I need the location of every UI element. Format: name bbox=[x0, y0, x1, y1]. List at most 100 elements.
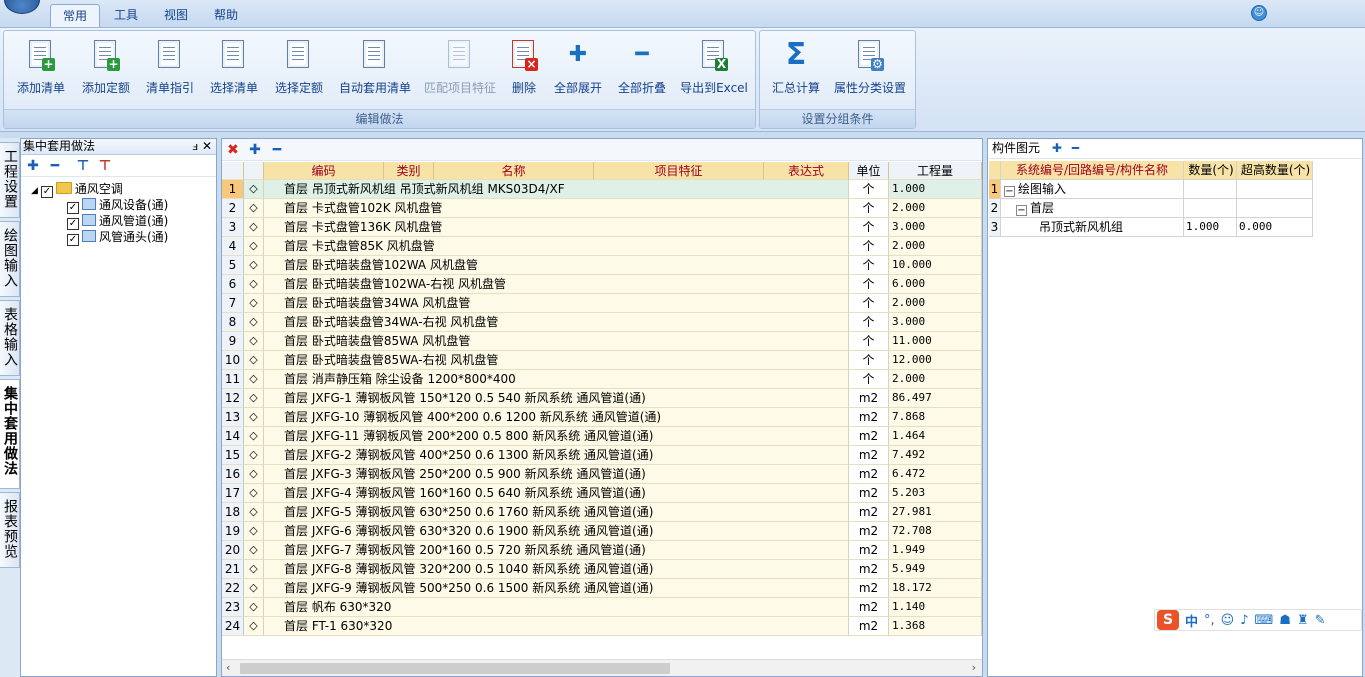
table-row[interactable]: 19 ◇ 首层 JXFG-6 薄钢板风管 630*320 0.6 1900 新风系统… bbox=[222, 522, 982, 541]
table-row[interactable]: 23 ◇ 首层 帆布 630*320 m2 1.140 bbox=[222, 598, 982, 617]
header-feature[interactable]: 项目特征 bbox=[594, 162, 764, 180]
diamond-icon[interactable]: ◇ bbox=[244, 351, 264, 370]
table-row[interactable]: 11 ◇ 首层 消声静压箱 除尘设备 1200*800*400 个 2.000 bbox=[222, 370, 982, 389]
keyboard-icon[interactable]: ⌨ bbox=[1255, 613, 1274, 628]
table-row[interactable]: 6 ◇ 首层 卧式暗装盘管102WA-右视 风机盘管个 6.000 bbox=[222, 275, 982, 294]
diamond-icon[interactable]: ◇ bbox=[244, 427, 264, 446]
ime-mode[interactable]: 中 bbox=[1185, 611, 1198, 630]
table-row[interactable]: 14 ◇ 首层 JXFG-11 薄钢板风管 200*200 0.5 800 新风系统… bbox=[222, 427, 982, 446]
table-row[interactable]: 24 ◇ 首层 FT-1 630*320 m2 1.368 bbox=[222, 617, 982, 636]
diamond-icon[interactable]: ◇ bbox=[244, 560, 264, 579]
table-row[interactable]: 4 ◇ 首层 卡式盘管85K 风机盘管个 2.000 bbox=[222, 237, 982, 256]
diamond-icon[interactable]: ◇ bbox=[244, 598, 264, 617]
collapse-elements-icon[interactable]: ━ bbox=[1072, 141, 1079, 155]
diamond-icon[interactable]: ◇ bbox=[244, 237, 264, 256]
user-icon[interactable]: ☗ bbox=[1279, 613, 1291, 628]
table-row[interactable]: 7 ◇ 首层 卧式暗装盘管34WA 风机盘管个 2.000 bbox=[222, 294, 982, 313]
table-row[interactable]: 12 ◇ 首层 JXFG-1 薄钢板风管 150*120 0.5 540 新风系统 … bbox=[222, 389, 982, 408]
diamond-icon[interactable]: ◇ bbox=[244, 180, 264, 199]
tab-view[interactable]: 视图 bbox=[152, 4, 200, 27]
table-row[interactable]: 17 ◇ 首层 JXFG-4 薄钢板风管 160*160 0.5 640 新风系统 … bbox=[222, 484, 982, 503]
header-type[interactable]: 类别 bbox=[384, 162, 434, 180]
ribbon-button-6[interactable]: 匹配项目特征 bbox=[420, 37, 500, 105]
diamond-icon[interactable]: ◇ bbox=[244, 256, 264, 275]
diamond-icon[interactable]: ◇ bbox=[244, 218, 264, 237]
attribute-settings-button[interactable]: ⚙ 属性分类设置 bbox=[830, 37, 910, 105]
side-tab-project-settings[interactable]: 工程设置 bbox=[0, 142, 20, 218]
element-header-qty2[interactable]: 超高数量(个) bbox=[1237, 161, 1313, 180]
punctuation-icon[interactable]: °, bbox=[1204, 613, 1215, 628]
ribbon-button-1[interactable]: + 添加定额 bbox=[76, 37, 136, 105]
skin-icon[interactable]: ♜ bbox=[1297, 613, 1309, 628]
ribbon-button-10[interactable]: X 导出到Excel bbox=[676, 37, 752, 105]
diamond-icon[interactable]: ◇ bbox=[244, 408, 264, 427]
table-row[interactable]: 22 ◇ 首层 JXFG-9 薄钢板风管 500*250 0.6 1500 新风系统… bbox=[222, 579, 982, 598]
ribbon-button-0[interactable]: + 添加清单 bbox=[10, 37, 72, 105]
diamond-icon[interactable]: ◇ bbox=[244, 370, 264, 389]
header-unit[interactable]: 单位 bbox=[849, 162, 889, 180]
scroll-left-icon[interactable]: ‹ bbox=[226, 661, 230, 674]
table-row[interactable]: 9 ◇ 首层 卧式暗装盘管85WA 风机盘管个 11.000 bbox=[222, 332, 982, 351]
ribbon-button-5[interactable]: 自动套用清单 bbox=[334, 37, 416, 105]
diamond-icon[interactable]: ◇ bbox=[244, 275, 264, 294]
scroll-thumb[interactable] bbox=[240, 663, 670, 674]
collapse-icon[interactable]: − bbox=[1004, 186, 1015, 197]
ime-logo[interactable]: S bbox=[1157, 610, 1179, 630]
element-row[interactable]: 1 − 绘图输入 bbox=[989, 180, 1313, 199]
header-qty[interactable]: 工程量 bbox=[889, 162, 982, 180]
table-row[interactable]: 20 ◇ 首层 JXFG-7 薄钢板风管 200*160 0.5 720 新风系统 … bbox=[222, 541, 982, 560]
element-row[interactable]: 3 吊顶式新风机组 1.000 0.000 bbox=[989, 218, 1313, 237]
ribbon-button-9[interactable]: ━ 全部折叠 bbox=[612, 37, 672, 105]
clear-filter-icon[interactable]: ⊤ bbox=[97, 158, 113, 174]
help-icon[interactable]: ☺ bbox=[1251, 5, 1267, 21]
filter-tree-icon[interactable]: ⊤ bbox=[75, 158, 91, 174]
expand-tree-icon[interactable]: ✚ bbox=[25, 158, 41, 174]
tab-help[interactable]: 帮助 bbox=[202, 4, 250, 27]
table-row[interactable]: 18 ◇ 首层 JXFG-5 薄钢板风管 630*250 0.6 1760 新风系统… bbox=[222, 503, 982, 522]
expand-elements-icon[interactable]: ✚ bbox=[1052, 141, 1062, 155]
scroll-right-icon[interactable]: › bbox=[972, 661, 976, 674]
table-row[interactable]: 16 ◇ 首层 JXFG-3 薄钢板风管 250*200 0.5 900 新风系统 … bbox=[222, 465, 982, 484]
table-row[interactable]: 2 ◇ 首层 卡式盘管102K 风机盘管个 2.000 bbox=[222, 199, 982, 218]
diamond-icon[interactable]: ◇ bbox=[244, 579, 264, 598]
diamond-icon[interactable]: ◇ bbox=[244, 465, 264, 484]
tree-item-equipment[interactable]: ✓ 通风设备(通) bbox=[67, 197, 168, 214]
tab-common[interactable]: 常用 bbox=[50, 4, 101, 27]
summary-calc-button[interactable]: Σ 汇总计算 bbox=[766, 37, 826, 105]
microphone-icon[interactable]: ♪ bbox=[1240, 613, 1248, 628]
tab-tools[interactable]: 工具 bbox=[102, 4, 150, 27]
element-header-qty[interactable]: 数量(个) bbox=[1184, 161, 1237, 180]
side-tab-report-preview[interactable]: 报表预览 bbox=[0, 492, 20, 568]
collapse-rows-icon[interactable]: ━ bbox=[269, 142, 285, 158]
tree-item-checkbox[interactable]: ✓ bbox=[67, 234, 79, 246]
tree-item-fitting[interactable]: ✓ 风管通头(通) bbox=[67, 229, 168, 246]
close-icon[interactable]: ✕ bbox=[202, 139, 212, 154]
collapse-tree-icon[interactable]: ━ bbox=[47, 158, 63, 174]
diamond-icon[interactable]: ◇ bbox=[244, 503, 264, 522]
side-tab-table-input[interactable]: 表格输入 bbox=[0, 300, 20, 376]
table-row[interactable]: 21 ◇ 首层 JXFG-8 薄钢板风管 320*200 0.5 1040 新风系统… bbox=[222, 560, 982, 579]
diamond-icon[interactable]: ◇ bbox=[244, 617, 264, 636]
side-tab-drawing-input[interactable]: 绘图输入 bbox=[0, 221, 20, 297]
tree-root[interactable]: ◢ ✓ 通风空调 bbox=[31, 181, 123, 198]
table-row[interactable]: 1 ◇ 首层 吊顶式新风机组 吊顶式新风机组 MKS03D4/XF 个 1.000 bbox=[222, 180, 982, 199]
emoji-icon[interactable]: ☺ bbox=[1221, 613, 1235, 628]
table-row[interactable]: 8 ◇ 首层 卧式暗装盘管34WA-右视 风机盘管个 3.000 bbox=[222, 313, 982, 332]
table-row[interactable]: 10 ◇ 首层 卧式暗装盘管85WA-右视 风机盘管个 12.000 bbox=[222, 351, 982, 370]
diamond-icon[interactable]: ◇ bbox=[244, 484, 264, 503]
diamond-icon[interactable]: ◇ bbox=[244, 199, 264, 218]
ribbon-button-4[interactable]: 选择定额 bbox=[268, 37, 330, 105]
horizontal-scrollbar[interactable]: ‹ › bbox=[222, 659, 982, 676]
diamond-icon[interactable]: ◇ bbox=[244, 313, 264, 332]
element-header-name[interactable]: 系统编号/回路编号/构件名称 bbox=[1001, 161, 1184, 180]
expand-rows-icon[interactable]: ✚ bbox=[247, 142, 263, 158]
table-row[interactable]: 15 ◇ 首层 JXFG-2 薄钢板风管 400*250 0.6 1300 新风系统… bbox=[222, 446, 982, 465]
diamond-icon[interactable]: ◇ bbox=[244, 294, 264, 313]
ribbon-button-3[interactable]: 选择清单 bbox=[204, 37, 264, 105]
tree-root-checkbox[interactable]: ✓ bbox=[40, 186, 53, 198]
tree-collapse-icon[interactable]: ◢ bbox=[31, 186, 38, 196]
ribbon-button-2[interactable]: 清单指引 bbox=[140, 37, 200, 105]
diamond-icon[interactable]: ◇ bbox=[244, 446, 264, 465]
collapse-icon[interactable]: − bbox=[1016, 205, 1027, 216]
diamond-icon[interactable]: ◇ bbox=[244, 522, 264, 541]
